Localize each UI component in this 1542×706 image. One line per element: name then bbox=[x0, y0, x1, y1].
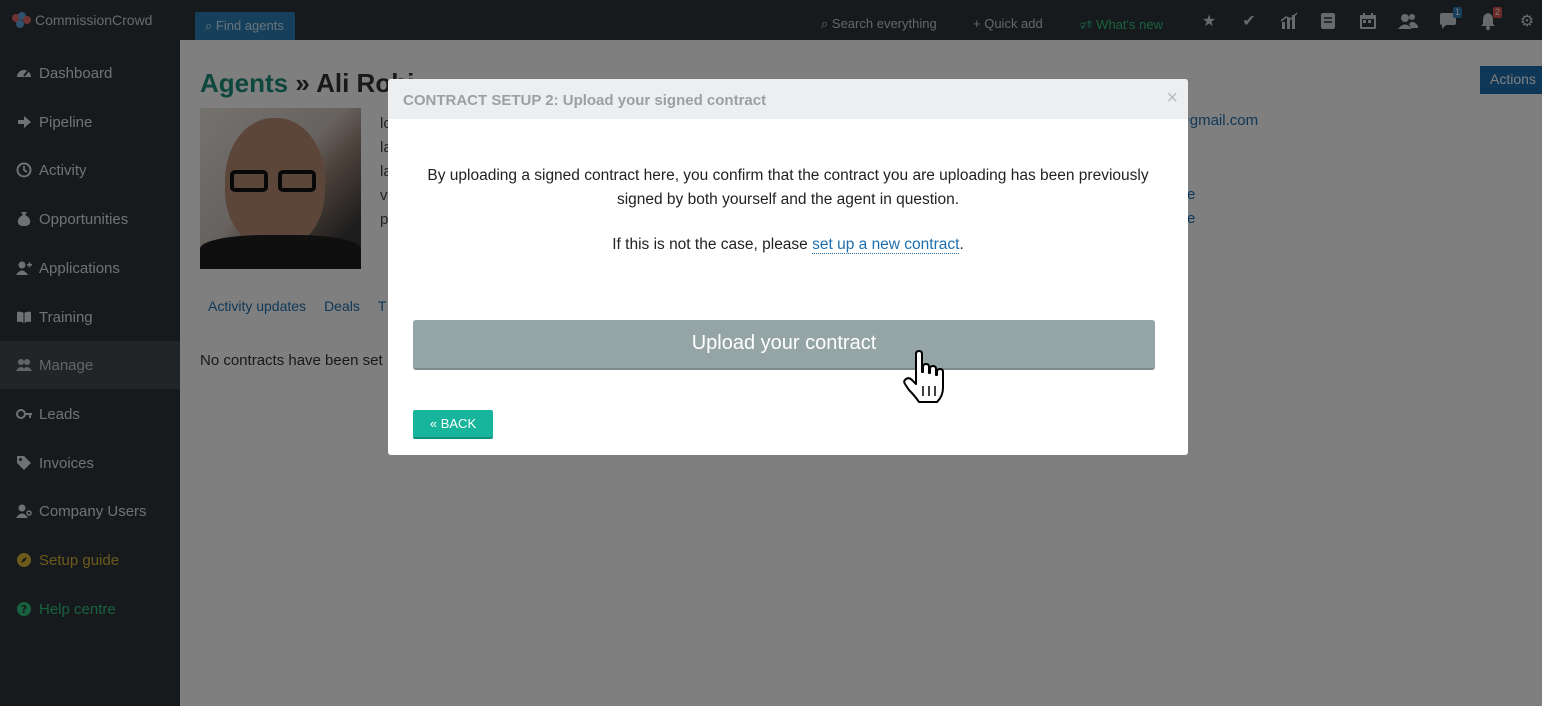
contract-setup-modal: CONTRACT SETUP 2: Upload your signed con… bbox=[388, 79, 1188, 455]
not-the-case-prefix: If this is not the case, please bbox=[612, 236, 813, 253]
upload-contract-button[interactable]: Upload your contract bbox=[413, 320, 1155, 370]
confirmation-text: By uploading a signed contract here, you… bbox=[427, 167, 1149, 208]
new-contract-link[interactable]: set up a new contract bbox=[812, 236, 960, 254]
hand-cursor-icon bbox=[903, 350, 944, 403]
modal-header: CONTRACT SETUP 2: Upload your signed con… bbox=[388, 79, 1188, 119]
modal-title: CONTRACT SETUP 2: Upload your signed con… bbox=[403, 92, 767, 109]
not-the-case-suffix: . bbox=[959, 236, 964, 253]
back-button[interactable]: « BACK bbox=[413, 410, 493, 439]
close-icon[interactable]: × bbox=[1166, 87, 1178, 110]
not-the-case-text: If this is not the case, please set up a… bbox=[418, 236, 1158, 254]
